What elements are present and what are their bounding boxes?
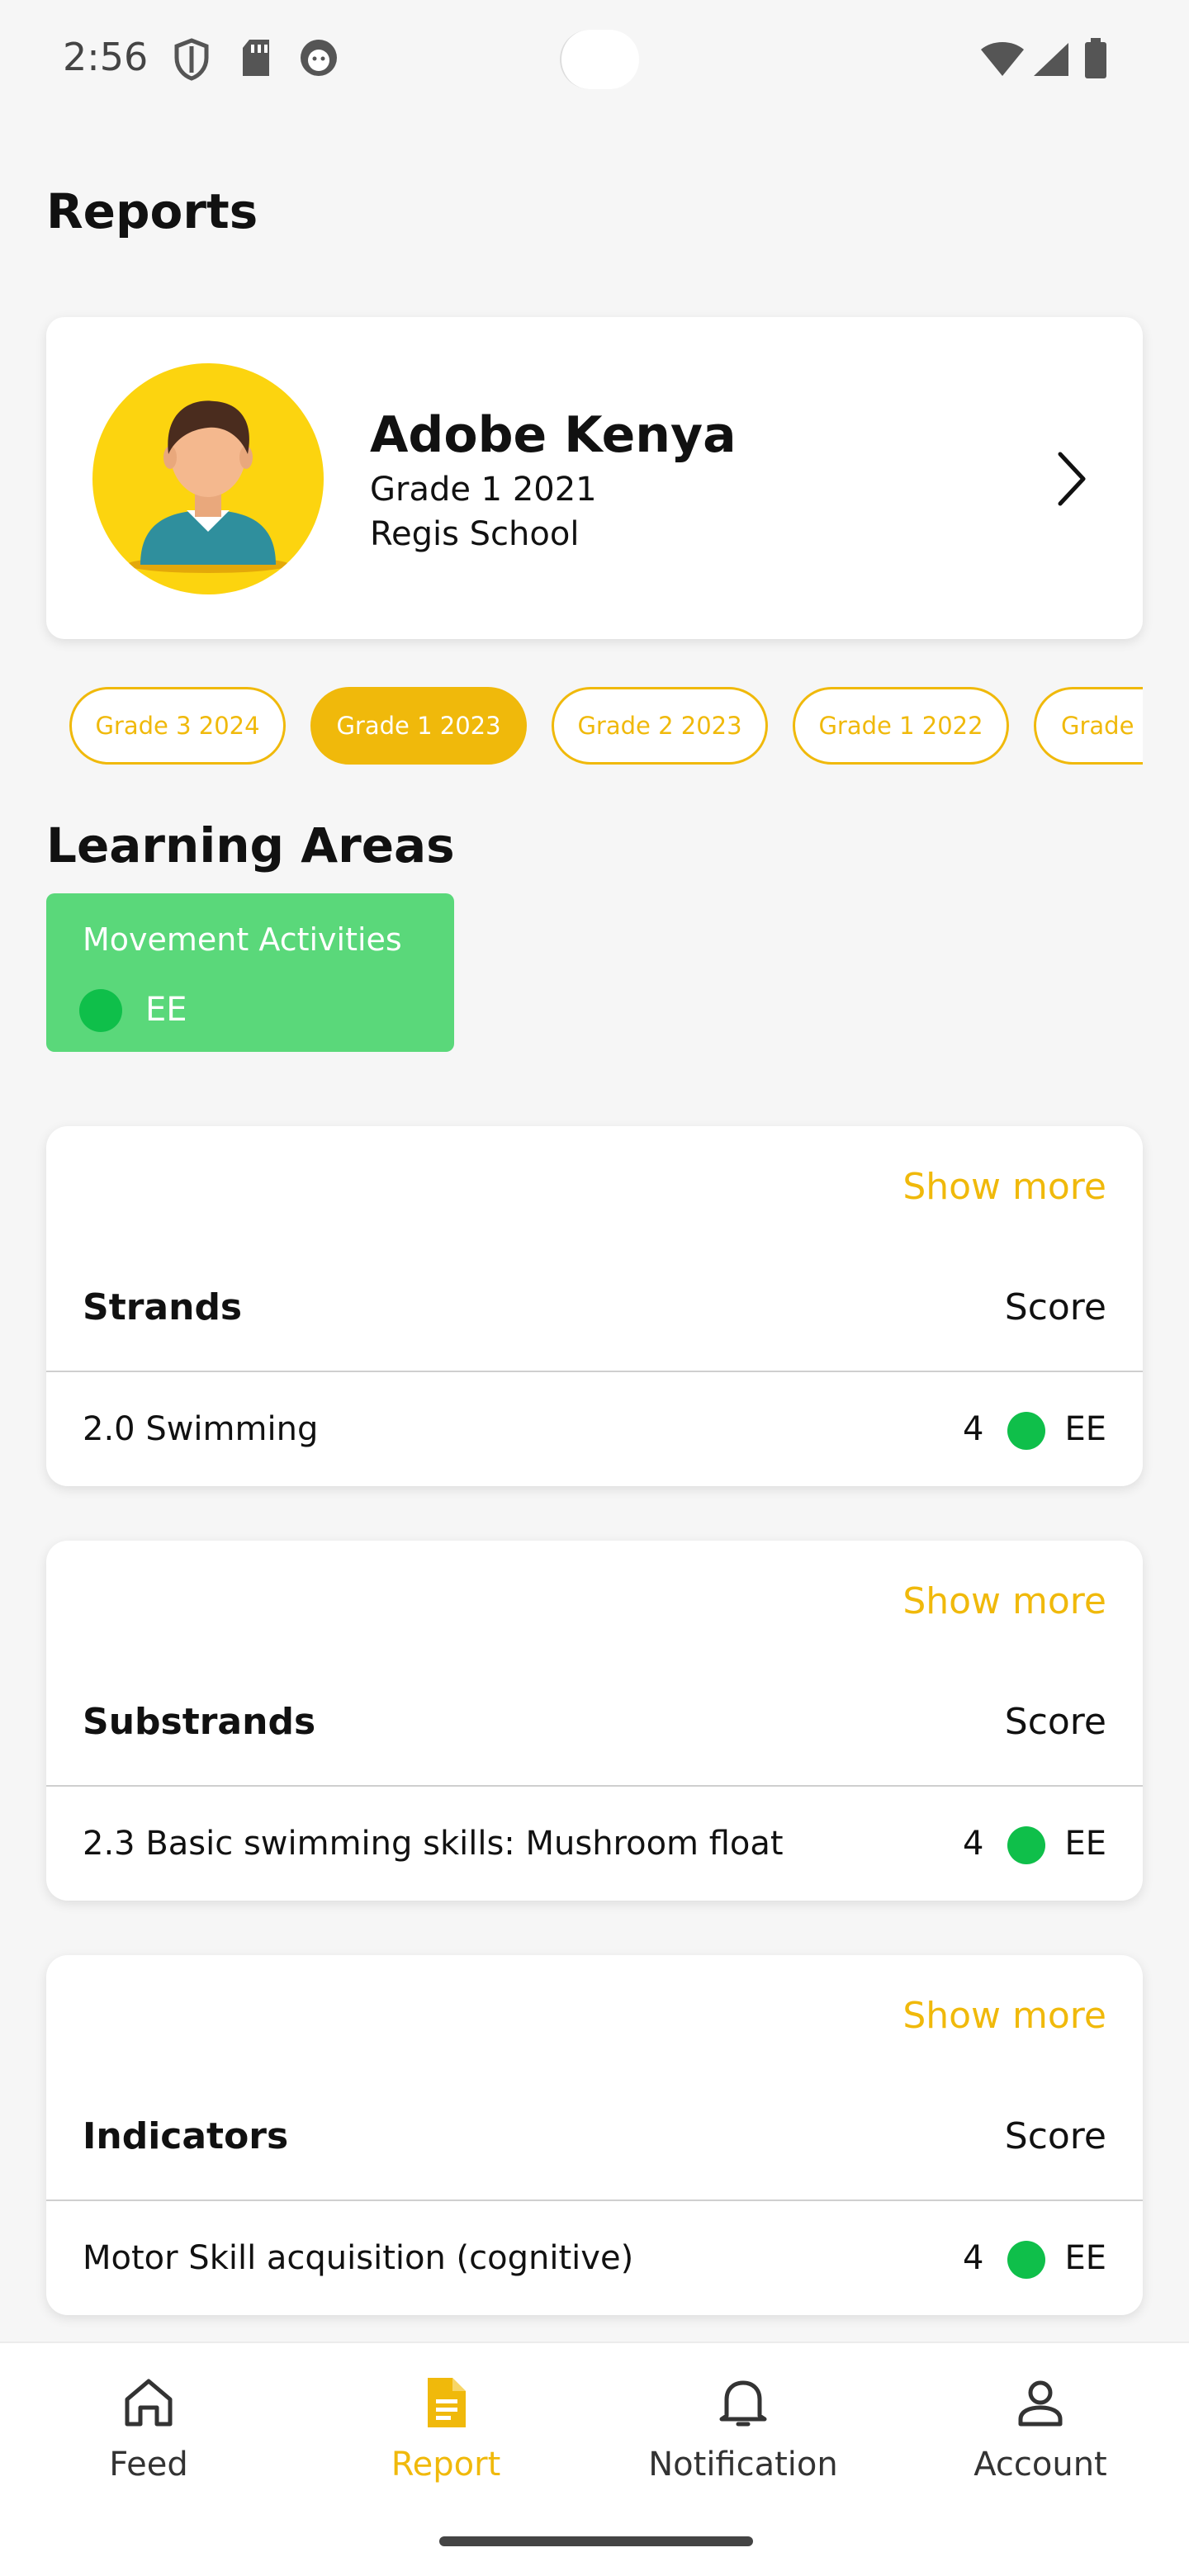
row-grade: EE — [1064, 1825, 1106, 1863]
grade-status-dot — [1007, 2241, 1045, 2279]
student-avatar-icon — [127, 400, 289, 573]
row-label: Motor Skill acquisition (cognitive) — [83, 2239, 634, 2277]
home-indicator[interactable] — [439, 2536, 753, 2546]
student-profile-card[interactable]: Adobe Kenya Grade 1 2021 Regis School — [46, 317, 1143, 639]
chevron-right-icon[interactable] — [1045, 447, 1095, 510]
grade-chip[interactable]: Grade 3 2024 — [69, 687, 286, 765]
nav-item-report[interactable]: Report — [297, 2373, 594, 2505]
card-header-label: Substrands — [83, 1701, 316, 1743]
row-score: 4 — [963, 1825, 984, 1863]
row-score: 4 — [963, 1410, 984, 1448]
divider — [46, 1371, 1143, 1372]
show-more-button[interactable]: Show more — [902, 1166, 1106, 1208]
grade-chip-selected[interactable]: Grade 1 2023 — [310, 687, 527, 765]
row-label: 2.3 Basic swimming skills: Mushroom floa… — [83, 1825, 784, 1863]
sd-card-icon — [243, 40, 269, 76]
learning-area-tile[interactable]: Movement Activities EE — [46, 893, 454, 1052]
nav-item-notification[interactable]: Notification — [594, 2373, 892, 2505]
home-icon — [125, 2379, 173, 2427]
student-school: Regis School — [370, 515, 580, 553]
battery-icon — [1085, 38, 1106, 78]
grade-status-dot — [1007, 1826, 1045, 1864]
card-header-score: Score — [1004, 2115, 1106, 2157]
nav-label: Report — [391, 2446, 501, 2484]
bottom-navigation: Feed Report Notification Account — [0, 2342, 1189, 2576]
nav-label: Notification — [648, 2446, 838, 2484]
grade-chip-list[interactable]: Grade 3 2024 Grade 1 2023 Grade 2 2023 G… — [46, 685, 1143, 768]
indicators-card: Show more Indicators Score Motor Skill a… — [46, 1955, 1143, 2315]
grade-status-dot — [79, 989, 122, 1032]
nav-label: Account — [973, 2446, 1107, 2484]
divider — [46, 2200, 1143, 2201]
show-more-button[interactable]: Show more — [902, 1580, 1106, 1622]
show-more-button[interactable]: Show more — [902, 1995, 1106, 2037]
cat-face-icon — [301, 40, 337, 76]
grade-chip[interactable]: Grade 3 — [1034, 687, 1143, 765]
student-grade: Grade 1 2021 — [370, 471, 597, 509]
status-time: 2:56 — [63, 35, 149, 79]
learning-area-grade: EE — [145, 991, 187, 1029]
row-label: 2.0 Swimming — [83, 1410, 319, 1448]
row-score: 4 — [963, 2239, 984, 2277]
avatar — [92, 363, 324, 594]
nav-item-feed[interactable]: Feed — [0, 2373, 297, 2505]
card-header-label: Strands — [83, 1286, 243, 1328]
grade-chip[interactable]: Grade 1 2022 — [793, 687, 1009, 765]
nav-item-account[interactable]: Account — [892, 2373, 1189, 2505]
card-header-score: Score — [1004, 1286, 1106, 1328]
bell-icon — [719, 2380, 767, 2427]
page-title: Reports — [46, 183, 258, 239]
person-icon — [1018, 2380, 1063, 2427]
strands-card: Show more Strands Score 2.0 Swimming 4 E… — [46, 1126, 1143, 1486]
substrands-card: Show more Substrands Score 2.3 Basic swi… — [46, 1541, 1143, 1901]
row-grade: EE — [1064, 1410, 1106, 1448]
card-header-score: Score — [1004, 1701, 1106, 1743]
shield-icon — [174, 38, 209, 81]
status-bar: 2:56 — [0, 0, 1189, 124]
grade-status-dot — [1007, 1412, 1045, 1450]
student-name: Adobe Kenya — [370, 406, 737, 464]
report-icon — [428, 2378, 466, 2427]
card-header-label: Indicators — [83, 2115, 289, 2157]
row-grade: EE — [1064, 2239, 1106, 2277]
grade-chip[interactable]: Grade 2 2023 — [552, 687, 768, 765]
wifi-icon — [981, 42, 1024, 76]
nav-label: Feed — [109, 2446, 188, 2484]
learning-area-name: Movement Activities — [83, 921, 402, 958]
section-title-learning-areas: Learning Areas — [46, 817, 455, 874]
signal-icon — [1034, 43, 1068, 76]
camera-cutout — [560, 30, 639, 89]
divider — [46, 1785, 1143, 1787]
